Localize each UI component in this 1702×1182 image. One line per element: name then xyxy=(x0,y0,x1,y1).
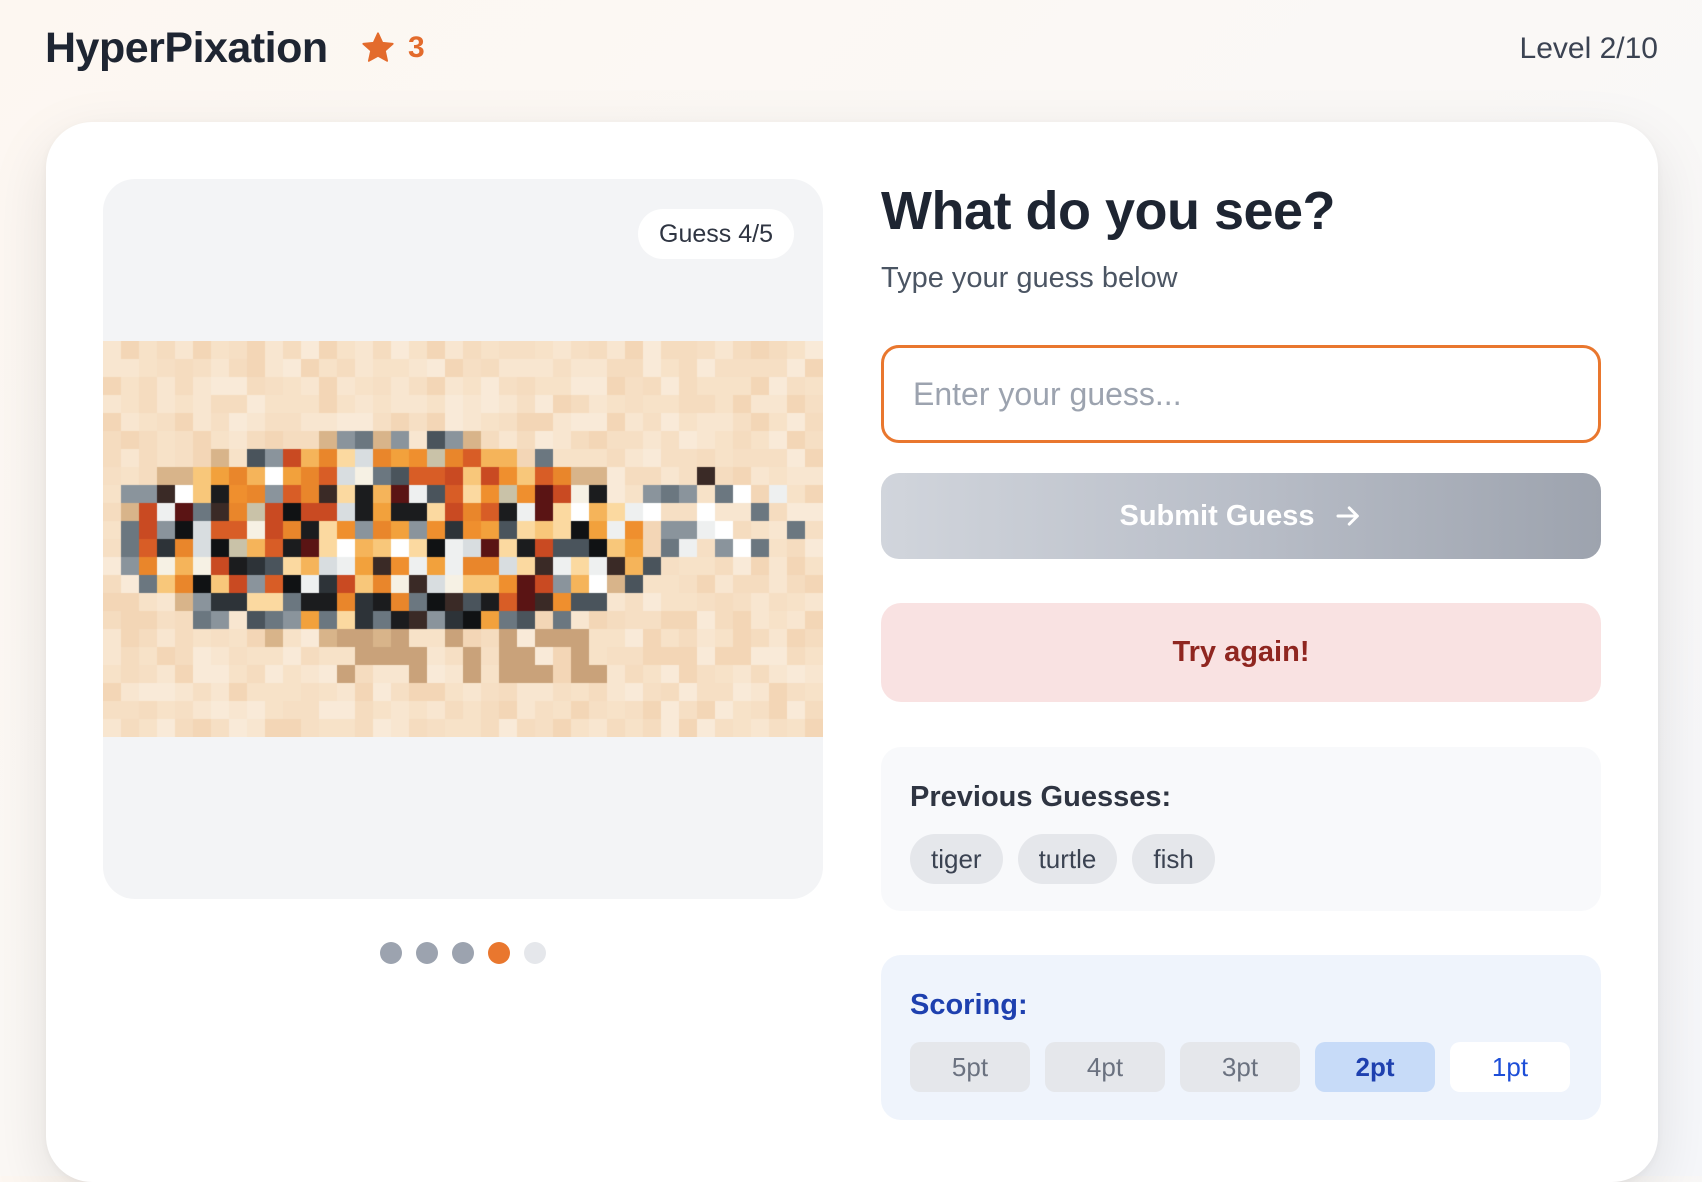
score-level-pill: 2pt xyxy=(1315,1042,1435,1092)
previous-guess-chip: tiger xyxy=(910,834,1003,884)
arrow-right-icon xyxy=(1336,506,1359,526)
progress-dot xyxy=(380,942,402,964)
previous-guesses-panel: Previous Guesses: tiger turtle fish xyxy=(881,747,1601,911)
progress-dot xyxy=(452,942,474,964)
scoring-panel: Scoring: 5pt 4pt 3pt 2pt 1pt xyxy=(881,955,1601,1120)
top-bar: HyperPixation 3 Level 2/10 xyxy=(0,0,1702,100)
star-count: 3 xyxy=(408,31,425,64)
scoring-title: Scoring: xyxy=(910,989,1028,1021)
progress-dot xyxy=(416,942,438,964)
question-subheading: Type your guess below xyxy=(881,262,1178,294)
guess-input[interactable] xyxy=(881,345,1601,443)
star-icon xyxy=(362,32,394,62)
submit-guess-button[interactable]: Submit Guess xyxy=(881,473,1601,559)
question-heading: What do you see? xyxy=(881,181,1336,241)
previous-guesses-list: tiger turtle fish xyxy=(910,834,1215,884)
score-level-pill: 5pt xyxy=(910,1042,1030,1092)
score-level-pill: 3pt xyxy=(1180,1042,1300,1092)
score-level-pill: 1pt xyxy=(1450,1042,1570,1092)
scoring-levels: 5pt 4pt 3pt 2pt 1pt xyxy=(910,1042,1570,1092)
level-indicator: Level 2/10 xyxy=(1519,32,1658,65)
submit-guess-label: Submit Guess xyxy=(1119,499,1315,532)
feedback-message: Try again! xyxy=(881,603,1601,702)
guess-progress-dots xyxy=(380,942,546,964)
progress-dot xyxy=(524,942,546,964)
guess-counter-badge: Guess 4/5 xyxy=(638,209,794,259)
score-level-pill: 4pt xyxy=(1045,1042,1165,1092)
image-panel: Guess 4/5 xyxy=(103,179,823,899)
app-title: HyperPixation xyxy=(45,24,328,72)
previous-guesses-title: Previous Guesses: xyxy=(910,781,1172,813)
star-score: 3 xyxy=(360,30,425,66)
previous-guess-chip: turtle xyxy=(1017,834,1118,884)
previous-guess-chip: fish xyxy=(1132,834,1215,884)
progress-dot xyxy=(488,942,510,964)
pixelated-image xyxy=(103,341,823,737)
